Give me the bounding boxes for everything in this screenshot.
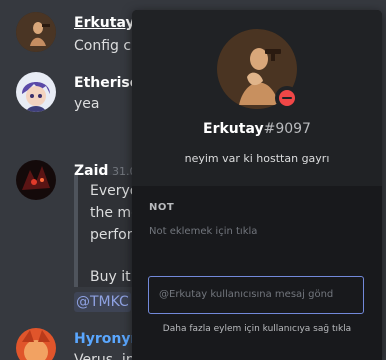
role-mention[interactable]: @TMKC (74, 292, 131, 312)
note-input[interactable]: Not eklemek için tıkla (149, 226, 257, 237)
embed-line: perfor (90, 227, 133, 243)
dnd-status-icon (275, 86, 299, 110)
note-title: NOT (149, 202, 175, 213)
popout-username-name[interactable]: Erkutay (203, 121, 264, 137)
popout-header: Erkutay#9097 neyim var ki hosttan gayrı (132, 10, 382, 186)
message-text: Config ch (74, 38, 140, 54)
username[interactable]: Erkutay (74, 14, 135, 32)
message-text: yea (74, 96, 100, 112)
avatar[interactable] (16, 328, 56, 360)
direct-message-input[interactable]: @Erkutay kullanıcısına mesaj gönd (148, 276, 364, 314)
avatar[interactable] (16, 160, 56, 200)
popout-discriminator: #9097 (263, 121, 311, 137)
user-popout: Erkutay#9097 neyim var ki hosttan gayrı … (132, 10, 382, 360)
avatar[interactable] (16, 12, 56, 52)
avatar[interactable] (16, 72, 56, 112)
protip-text: Daha fazla eylem için kullanıcıya sağ tı… (162, 324, 352, 334)
popout-username: Erkutay#9097 (132, 120, 382, 138)
custom-status: neyim var ki hosttan gayrı (184, 152, 330, 165)
